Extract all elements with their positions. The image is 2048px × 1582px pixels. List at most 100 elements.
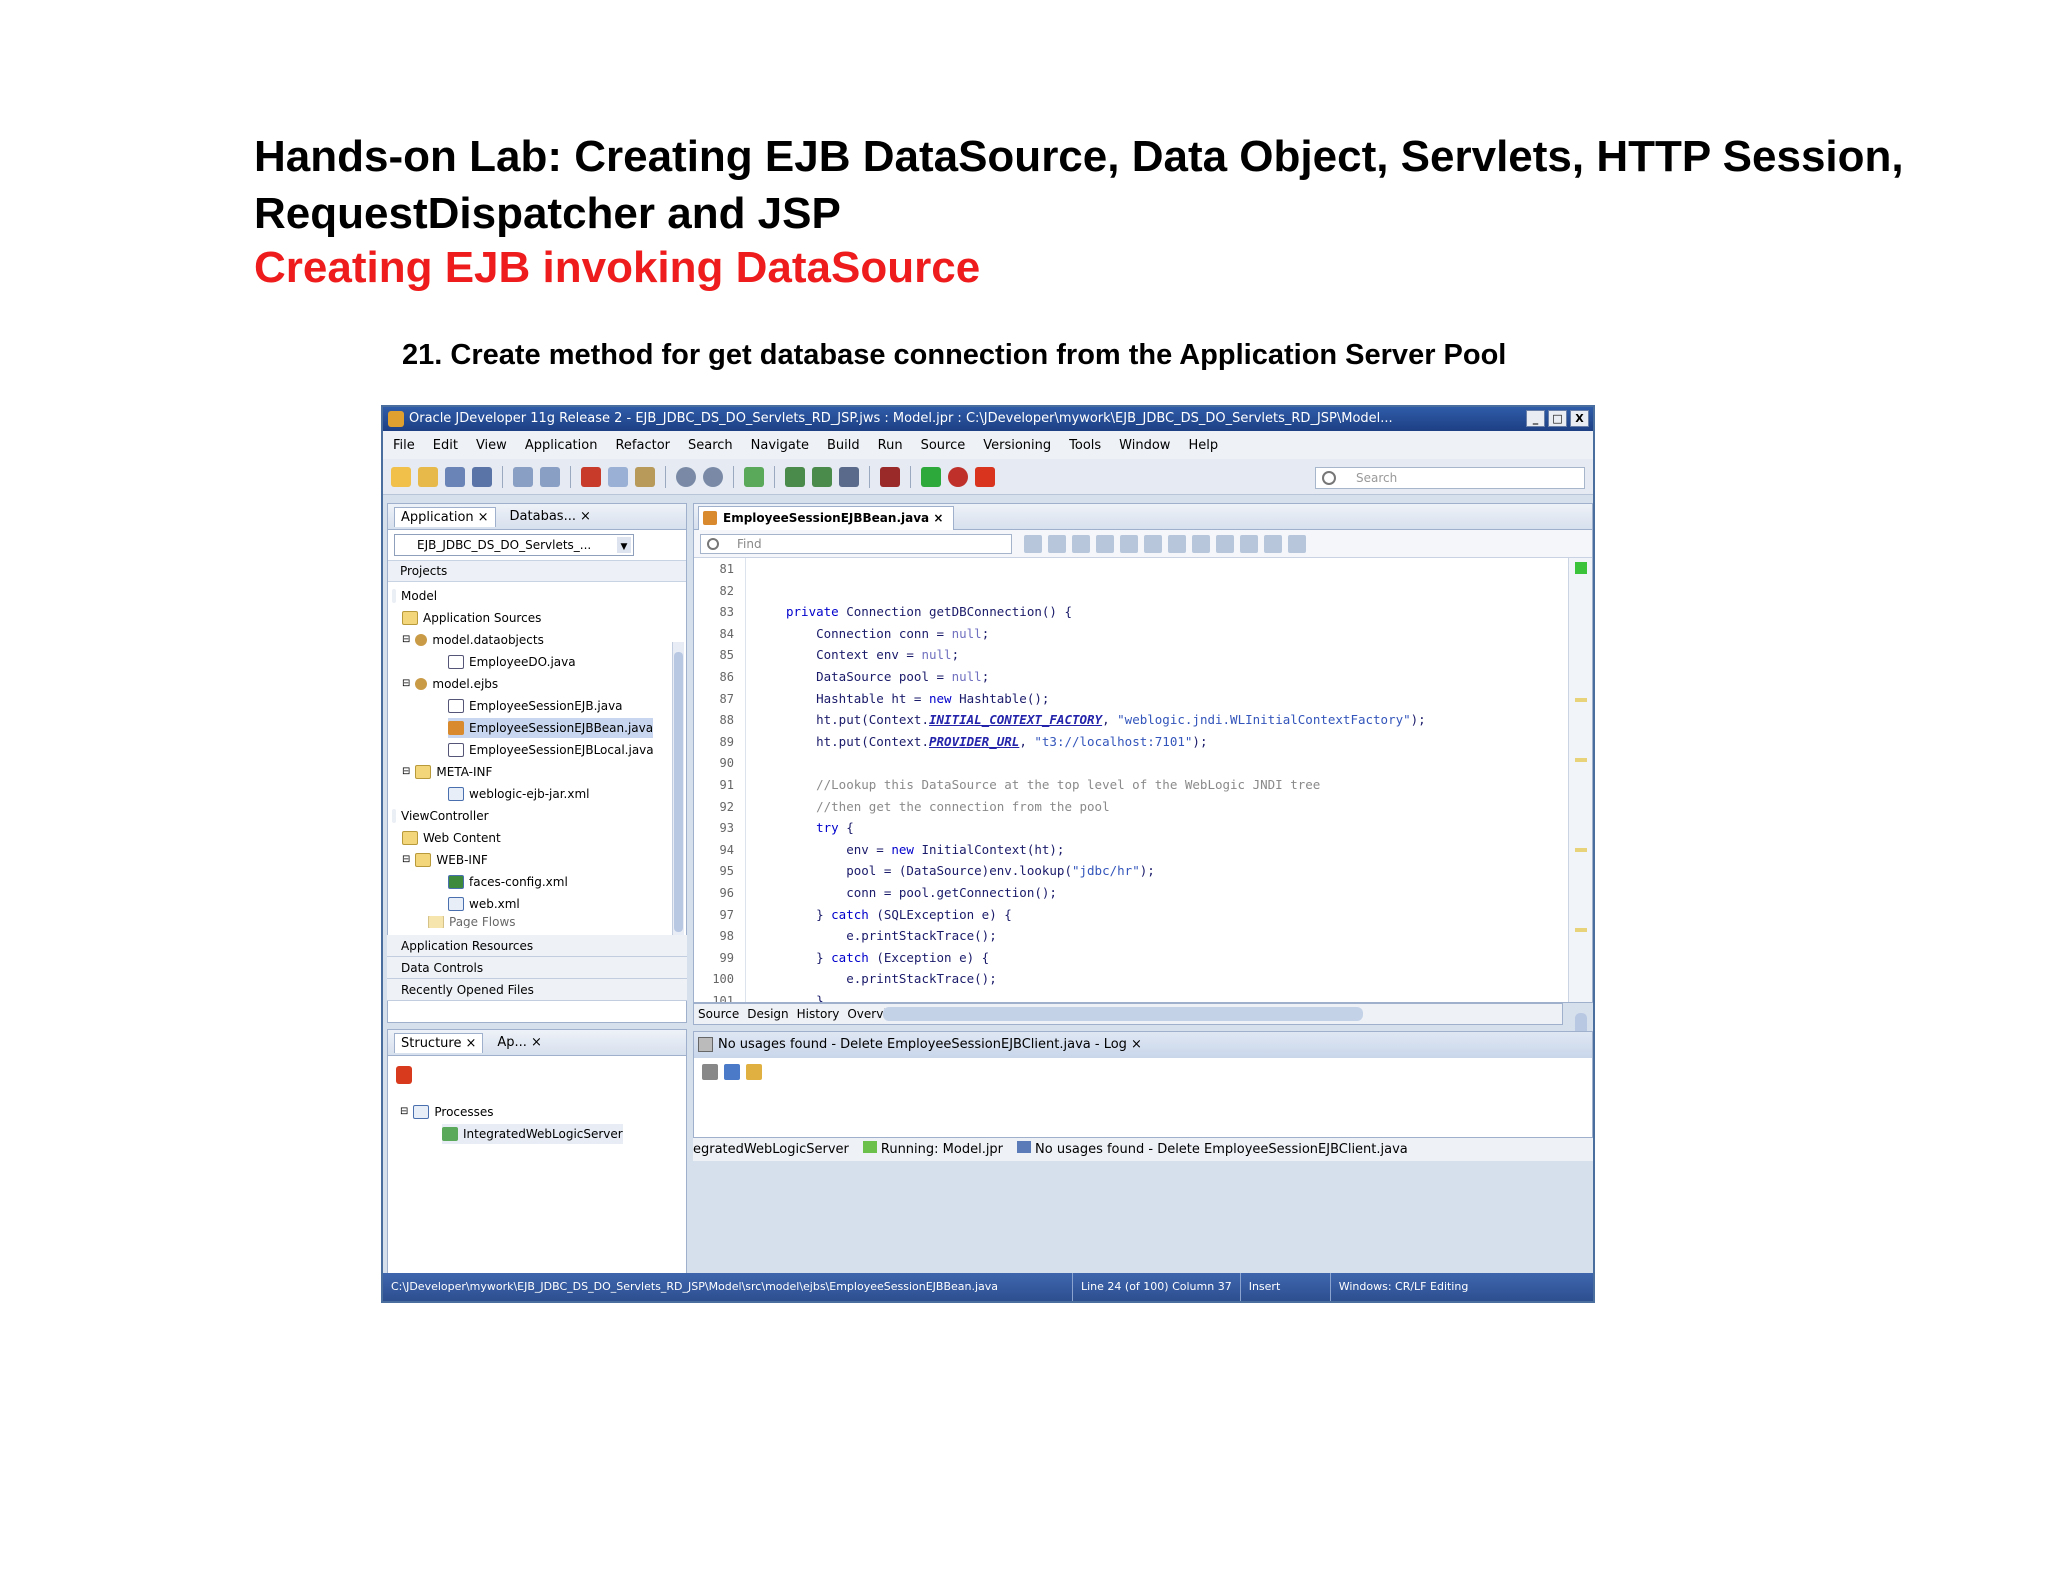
tab-structure[interactable]: Structure ×	[394, 1032, 484, 1053]
lock-icon[interactable]	[746, 1064, 762, 1080]
tab-employeesessionejbbean[interactable]: EmployeeSessionEJBBean.java ×	[698, 506, 955, 530]
code-line[interactable]: 96 conn = pool.getConnection();	[694, 882, 1057, 904]
menu-versioning[interactable]: Versioning	[983, 438, 1051, 453]
paste-icon[interactable]	[635, 466, 655, 487]
code-line[interactable]: 92 //then get the connection from the po…	[694, 796, 1110, 818]
indent-icon[interactable]	[1192, 535, 1210, 553]
editor-scrollbar[interactable]	[1568, 558, 1592, 1093]
code-line[interactable]: 84 Connection conn = null;	[694, 623, 990, 645]
history-icon[interactable]	[1288, 535, 1306, 553]
code-line[interactable]: 99 } catch (Exception e) {	[694, 947, 990, 969]
collapse-icon[interactable]: ⊟	[400, 1102, 408, 1122]
collapse-icon[interactable]: ⊟	[402, 762, 410, 782]
menu-source[interactable]: Source	[921, 438, 966, 453]
code-area[interactable]: 81 82 83 private Connection getDBConnection…	[694, 558, 1566, 1002]
clear-log-icon[interactable]	[702, 1064, 718, 1080]
tab-ap[interactable]: Ap... ×	[491, 1033, 547, 1052]
menu-refactor[interactable]: Refactor	[615, 438, 670, 453]
toggle-icon[interactable]	[1144, 535, 1162, 553]
menu-navigate[interactable]: Navigate	[751, 438, 809, 453]
code-line[interactable]: 89 ht.put(Context.PROVIDER_URL, "t3://lo…	[694, 731, 1208, 753]
tree-item-web-inf[interactable]: ⊟ WEB-INF	[402, 850, 488, 870]
menu-view[interactable]: View	[476, 438, 507, 453]
menu-edit[interactable]: Edit	[433, 438, 458, 453]
menu-window[interactable]: Window	[1119, 438, 1170, 453]
highlight-icon[interactable]	[1072, 535, 1090, 553]
code-line[interactable]: 95 pool = (DataSource)env.lookup("jdbc/h…	[694, 860, 1155, 882]
code-line[interactable]: 97 } catch (SQLException e) {	[694, 904, 1012, 926]
tree-scrollbar[interactable]	[672, 642, 684, 942]
comment-icon[interactable]	[1168, 535, 1186, 553]
tree-item-employeesessionejblocal[interactable]: EmployeeSessionEJBLocal.java	[448, 740, 654, 760]
collapse-icon[interactable]: ⊟	[402, 674, 410, 694]
code-line[interactable]: 85 Context env = null;	[694, 644, 960, 666]
minimize-button[interactable]: _	[1526, 410, 1545, 427]
code-line[interactable]: 94 env = new InitialContext(ht);	[694, 839, 1065, 861]
stop-icon[interactable]	[396, 1066, 412, 1084]
code-line[interactable]: 93 try {	[694, 817, 854, 839]
collapse-icon[interactable]: ⊟	[402, 850, 410, 870]
tree-item-employeedo[interactable]: EmployeeDO.java	[448, 652, 576, 672]
maximize-button[interactable]: □	[1548, 410, 1567, 427]
code-line[interactable]: 86 DataSource pool = null;	[694, 666, 990, 688]
menu-tools[interactable]: Tools	[1069, 438, 1101, 453]
menu-application[interactable]: Application	[525, 438, 598, 453]
menu-build[interactable]: Build	[827, 438, 860, 453]
find-input[interactable]: Find	[700, 534, 1012, 554]
log-tab-running-model[interactable]: Running: Model.jpr	[862, 1138, 1003, 1161]
run-icon[interactable]	[921, 466, 941, 487]
code-line[interactable]: 100 e.printStackTrace();	[694, 968, 996, 990]
menu-file[interactable]: File	[393, 438, 415, 453]
tree-item-model[interactable]: Model	[392, 586, 437, 606]
copy-icon[interactable]	[608, 466, 628, 487]
projects-header[interactable]: Projects	[388, 560, 686, 582]
find-previous-icon[interactable]	[1024, 535, 1042, 553]
bookmark-icon[interactable]	[1216, 535, 1234, 553]
close-button[interactable]: X	[1570, 410, 1589, 427]
rebuild-icon[interactable]	[812, 466, 832, 487]
tree-item-application-sources[interactable]: Application Sources	[402, 608, 541, 628]
code-line[interactable]: 83 private Connection getDBConnection() {	[694, 601, 1072, 623]
code-icon[interactable]	[1096, 535, 1114, 553]
code-line[interactable]: 87 Hashtable ht = new Hashtable();	[694, 688, 1050, 710]
menu-help[interactable]: Help	[1188, 438, 1218, 453]
terminate-icon[interactable]	[975, 466, 995, 487]
code-line[interactable]: 82	[694, 580, 738, 602]
search-input[interactable]: Search	[1315, 467, 1585, 489]
search-log-icon[interactable]	[724, 1064, 740, 1080]
tab-history[interactable]: History	[797, 1004, 840, 1024]
log-tab-no-usages[interactable]: No usages found - Delete EmployeeSession…	[1017, 1138, 1408, 1161]
tree-item-weblogic-ejb-jar[interactable]: weblogic-ejb-jar.xml	[448, 784, 590, 804]
code-line[interactable]: 81	[694, 558, 738, 580]
format-icon[interactable]	[1120, 535, 1138, 553]
code-line[interactable]: 101 }	[694, 990, 823, 1002]
accordion-data-controls[interactable]: Data Controls	[387, 957, 687, 979]
tab-design[interactable]: Design	[747, 1004, 788, 1024]
redo-icon[interactable]	[540, 466, 560, 487]
tab-databases[interactable]: Databas... ×	[504, 507, 597, 526]
debug-tool-icon[interactable]	[880, 466, 900, 487]
tree-item-integrated-weblogic-server[interactable]: IntegratedWebLogicServer	[442, 1124, 623, 1144]
deploy-icon[interactable]	[839, 466, 859, 487]
tree-item-employeesessionejbbean[interactable]: EmployeeSessionEJBBean.java	[448, 718, 654, 738]
menu-run[interactable]: Run	[878, 438, 903, 453]
find-next-icon[interactable]	[1048, 535, 1066, 553]
tab-source[interactable]: Source	[698, 1004, 739, 1024]
tab-application[interactable]: Application ×	[394, 506, 496, 527]
debug-icon[interactable]	[948, 466, 968, 487]
save-icon[interactable]	[445, 466, 465, 487]
forward-icon[interactable]	[703, 466, 723, 487]
tree-item-viewcontroller[interactable]: ViewController	[392, 806, 489, 826]
tree-item-model-dataobjects[interactable]: ⊟ model.dataobjects	[402, 630, 544, 650]
tree-item-page-flows[interactable]: Page Flows	[428, 916, 516, 928]
build-icon[interactable]	[785, 466, 805, 487]
next-bookmark-icon[interactable]	[1264, 535, 1282, 553]
save-all-icon[interactable]	[472, 466, 492, 487]
back-icon[interactable]	[676, 466, 696, 487]
tree-item-web-xml[interactable]: web.xml	[448, 894, 520, 914]
cut-icon[interactable]	[581, 466, 601, 487]
prev-bookmark-icon[interactable]	[1240, 535, 1258, 553]
code-line[interactable]: 98 e.printStackTrace();	[694, 925, 997, 947]
undo-icon[interactable]	[513, 466, 533, 487]
tree-item-processes[interactable]: ⊟ Processes	[400, 1102, 494, 1122]
